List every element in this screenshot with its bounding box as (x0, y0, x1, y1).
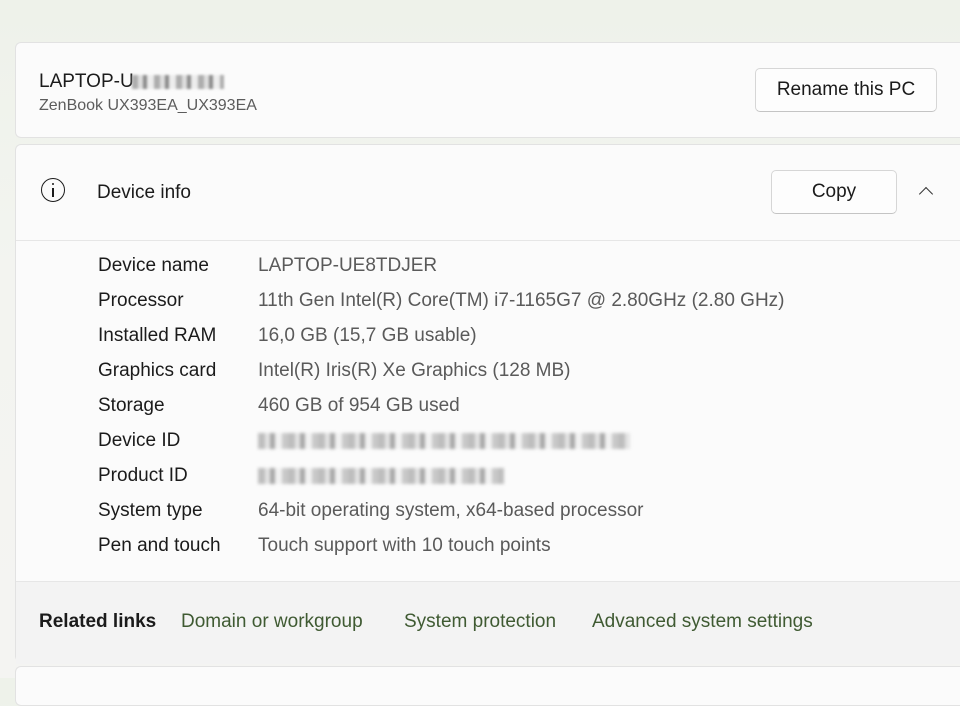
spec-value-redacted (258, 430, 630, 455)
spec-value: LAPTOP-UE8TDJER (258, 255, 438, 276)
system-protection-link[interactable]: System protection (404, 611, 556, 633)
spec-value: Touch support with 10 touch points (258, 535, 551, 556)
spec-label: Storage (98, 395, 165, 416)
related-links-title: Related links (39, 611, 157, 632)
redacted-product-id (258, 468, 504, 484)
pc-name-card: LAPTOP-U ZenBook UX393EA_UX393EA Rename … (15, 42, 960, 138)
spec-value: 460 GB of 954 GB used (258, 395, 460, 416)
pc-name: LAPTOP-U (39, 71, 224, 93)
spec-label: Graphics card (98, 360, 217, 381)
pc-model: ZenBook UX393EA_UX393EA (39, 97, 257, 114)
device-info-title: Device info (97, 182, 191, 203)
related-links-bar: Related links Domain or workgroup System… (16, 581, 960, 664)
spec-label: System type (98, 500, 203, 521)
redacted-device-id (258, 433, 630, 449)
info-icon (41, 178, 65, 202)
next-section-card (15, 666, 960, 706)
spec-label: Installed RAM (98, 325, 217, 346)
advanced-system-settings-link[interactable]: Advanced system settings (592, 611, 813, 633)
domain-workgroup-link[interactable]: Domain or workgroup (181, 611, 363, 633)
pc-name-text: LAPTOP-U (39, 71, 134, 92)
spec-value: Intel(R) Iris(R) Xe Graphics (128 MB) (258, 360, 571, 381)
spec-label: Pen and touch (98, 535, 221, 556)
spec-value-redacted (258, 465, 504, 490)
spec-label: Device name (98, 255, 209, 276)
pc-name-redacted (131, 74, 224, 89)
device-info-header[interactable]: Device info Copy (16, 145, 960, 241)
spec-label: Processor (98, 290, 184, 311)
spec-value: 16,0 GB (15,7 GB usable) (258, 325, 477, 346)
spec-value: 64-bit operating system, x64-based proce… (258, 500, 644, 521)
chevron-up-icon[interactable] (919, 185, 931, 197)
spec-label: Product ID (98, 465, 188, 486)
copy-button[interactable]: Copy (771, 170, 897, 214)
rename-pc-button[interactable]: Rename this PC (755, 68, 937, 112)
spec-value: 11th Gen Intel(R) Core(TM) i7-1165G7 @ 2… (258, 290, 785, 311)
spec-label: Device ID (98, 430, 181, 451)
device-info-card: Device info Copy Device name LAPTOP-UE8T… (15, 144, 960, 664)
